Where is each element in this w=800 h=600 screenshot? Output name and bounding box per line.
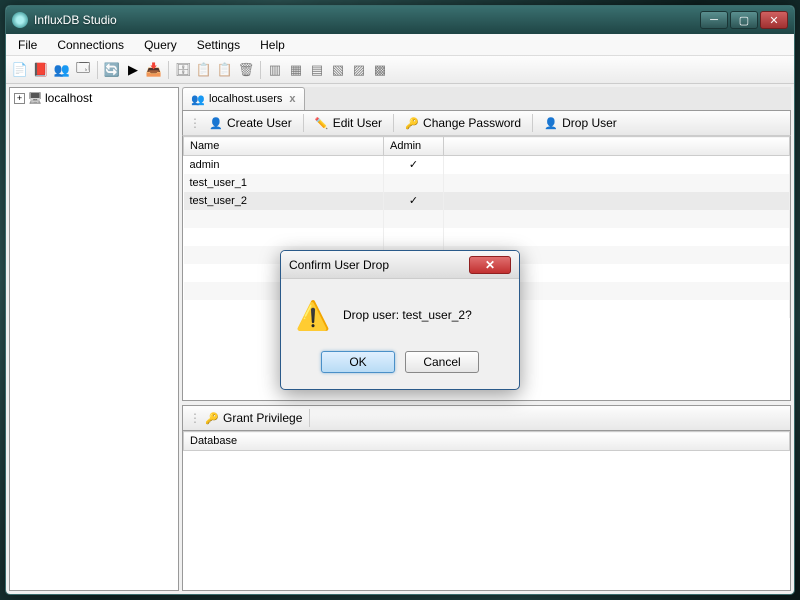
dialog-message: Drop user: test_user_2? bbox=[343, 308, 472, 322]
dialog-title-text: Confirm User Drop bbox=[289, 258, 469, 272]
dialog-buttons: OK Cancel bbox=[281, 351, 519, 389]
confirm-dialog: Confirm User Drop ✕ ⚠️ Drop user: test_u… bbox=[280, 250, 520, 390]
cancel-button[interactable]: Cancel bbox=[405, 351, 479, 373]
ok-button[interactable]: OK bbox=[321, 351, 395, 373]
dialog-close-button[interactable]: ✕ bbox=[469, 256, 511, 274]
dialog-body: ⚠️ Drop user: test_user_2? bbox=[281, 279, 519, 351]
dialog-titlebar: Confirm User Drop ✕ bbox=[281, 251, 519, 279]
dialog-overlay: Confirm User Drop ✕ ⚠️ Drop user: test_u… bbox=[0, 0, 800, 600]
warning-icon: ⚠️ bbox=[297, 299, 329, 331]
